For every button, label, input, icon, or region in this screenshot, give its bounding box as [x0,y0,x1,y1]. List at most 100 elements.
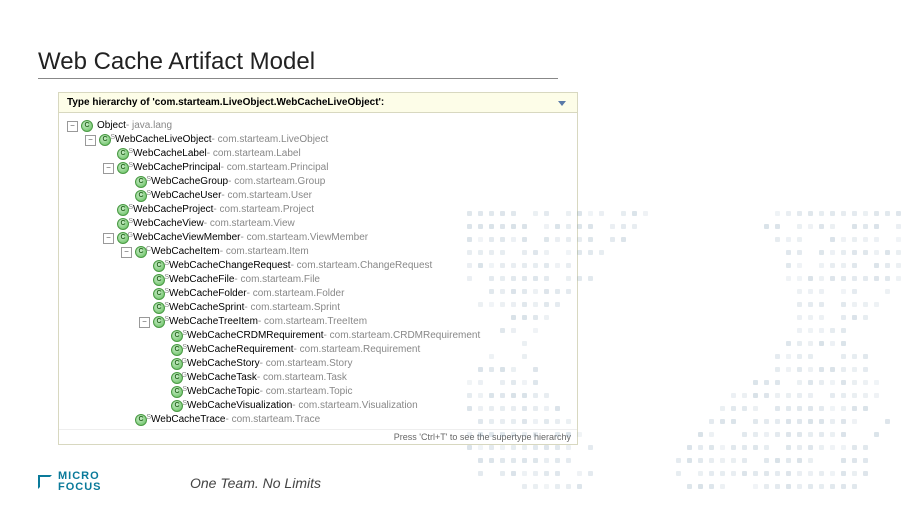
brand-line2: FOCUS [58,482,102,493]
panel-header-title: Type hierarchy of 'com.starteam.LiveObje… [67,97,384,108]
collapse-icon[interactable]: − [103,233,114,244]
class-icon: CS [117,162,129,174]
tree-node[interactable]: CSWebCacheRequirement - com.starteam.Req… [63,343,573,357]
tree-spacer [139,275,150,286]
tree-spacer [157,401,168,412]
class-name: WebCacheProject [133,203,213,217]
panel-menu-dropdown-icon[interactable] [555,96,569,110]
package-name: - java.lang [126,119,172,133]
tree-node[interactable]: CSWebCacheLabel - com.starteam.Label [63,147,573,161]
class-modifier-badge: S [146,411,151,425]
class-icon: CG [171,372,183,384]
class-name: WebCacheView [133,217,204,231]
class-icon: C [81,120,93,132]
tree-node[interactable]: −CCWebCacheItem - com.starteam.Item [63,245,573,259]
class-icon: CS [171,386,183,398]
class-name: WebCacheFile [169,273,234,287]
class-modifier-badge: S [182,397,187,411]
brand-text: MICRO FOCUS [58,471,102,493]
class-modifier-badge: G [128,229,133,243]
class-icon: CS [99,134,111,146]
tree-spacer [157,387,168,398]
class-icon: CS [117,148,129,160]
package-name: - com.starteam.ViewMember [240,231,368,245]
tree-node[interactable]: CS WebCacheVisualization - com.starteam.V… [63,399,573,413]
tree-node[interactable]: −CObject - java.lang [63,119,573,133]
tree-node[interactable]: CSWebCacheCRDMRequirement - com.starteam… [63,329,573,343]
collapse-icon[interactable]: − [85,135,96,146]
package-name: - com.starteam.Folder [247,287,345,301]
class-modifier-badge: S [182,383,187,397]
class-modifier-badge: S [164,257,169,271]
class-modifier-badge: S [164,271,169,285]
tree-spacer [139,303,150,314]
tree-spacer [157,345,168,356]
type-tree: −CObject - java.lang−CSWebCacheLiveObjec… [59,113,577,429]
class-icon: CS [135,190,147,202]
class-icon: CS [153,260,165,272]
tree-node[interactable]: −CSWebCacheLiveObject - com.starteam.Liv… [63,133,573,147]
tree-spacer [139,261,150,272]
tree-node[interactable]: CSWebCacheTopic - com.starteam.Topic [63,385,573,399]
class-icon: CS [117,204,129,216]
class-modifier-badge: S [110,131,115,145]
slide-title: Web Cache Artifact Model [38,48,558,79]
footer-hint: Press 'Ctrl+T' to see the supertype hier… [59,429,577,444]
class-icon: CS [135,414,147,426]
tree-node[interactable]: CSWebCacheSprint - com.starteam.Sprint [63,301,573,315]
brand-logo-icon [38,475,52,489]
class-name: WebCacheTopic [187,385,260,399]
brand-logo-block: MICRO FOCUS [38,471,102,493]
class-name: WebCacheCRDMRequirement [187,329,324,343]
class-modifier-badge: G [182,369,187,383]
tree-node[interactable]: CS WebCacheProject - com.starteam.Project [63,203,573,217]
class-icon: CS [171,330,183,342]
tree-node[interactable]: CSWebCacheFolder - com.starteam.Folder [63,287,573,301]
tree-spacer [103,219,114,230]
panel-header: Type hierarchy of 'com.starteam.LiveObje… [59,93,577,113]
collapse-icon[interactable]: − [121,247,132,258]
package-name: - com.starteam.Visualization [292,399,417,413]
tree-spacer [139,289,150,300]
package-name: - com.starteam.ChangeRequest [291,259,433,273]
class-modifier-badge: S [182,341,187,355]
package-name: - com.starteam.Label [207,147,301,161]
package-name: - com.starteam.Item [220,245,309,259]
tree-node[interactable]: CSWebCacheChangeRequest - com.starteam.C… [63,259,573,273]
package-name: - com.starteam.Requirement [294,343,421,357]
package-name: - com.starteam.User [221,189,312,203]
tree-node[interactable]: CSWebCacheTrace - com.starteam.Trace [63,413,573,427]
package-name: - com.starteam.LiveObject [212,133,329,147]
class-modifier-badge: S [182,327,187,341]
class-icon: CS [153,302,165,314]
tree-spacer [157,359,168,370]
class-modifier-badge: S [128,159,133,173]
tree-node[interactable]: CGWebCacheTask - com.starteam.Task [63,371,573,385]
class-name: WebCacheUser [151,189,221,203]
class-icon: CS [171,400,183,412]
tree-node[interactable]: CSWebCacheView - com.starteam.View [63,217,573,231]
class-modifier-badge: S [164,313,169,327]
package-name: - com.starteam.TreeItem [258,315,367,329]
tree-spacer [103,205,114,216]
class-name: WebCacheSprint [169,301,244,315]
package-name: - com.starteam.Trace [225,413,320,427]
tree-node[interactable]: CGWebCacheStory - com.starteam.Story [63,357,573,371]
class-name: WebCacheTask [187,371,257,385]
tree-node[interactable]: −CSWebCachePrincipal - com.starteam.Prin… [63,161,573,175]
class-name: WebCacheRequirement [187,343,294,357]
package-name: - com.starteam.Project [213,203,314,217]
collapse-icon[interactable]: − [103,163,114,174]
tree-node[interactable]: −CSWebCacheTreeItem - com.starteam.TreeI… [63,315,573,329]
class-icon: CS [135,176,147,188]
tree-node[interactable]: CSWebCacheFile - com.starteam.File [63,273,573,287]
class-name: WebCacheStory [187,357,260,371]
package-name: - com.starteam.View [204,217,295,231]
class-name: WebCacheVisualization [187,399,292,413]
class-name: WebCacheGroup [151,175,228,189]
tree-node[interactable]: CS WebCacheUser - com.starteam.User [63,189,573,203]
tree-node[interactable]: −CGWebCacheViewMember - com.starteam.Vie… [63,231,573,245]
collapse-icon[interactable]: − [139,317,150,328]
collapse-icon[interactable]: − [67,121,78,132]
tree-node[interactable]: CSWebCacheGroup - com.starteam.Group [63,175,573,189]
